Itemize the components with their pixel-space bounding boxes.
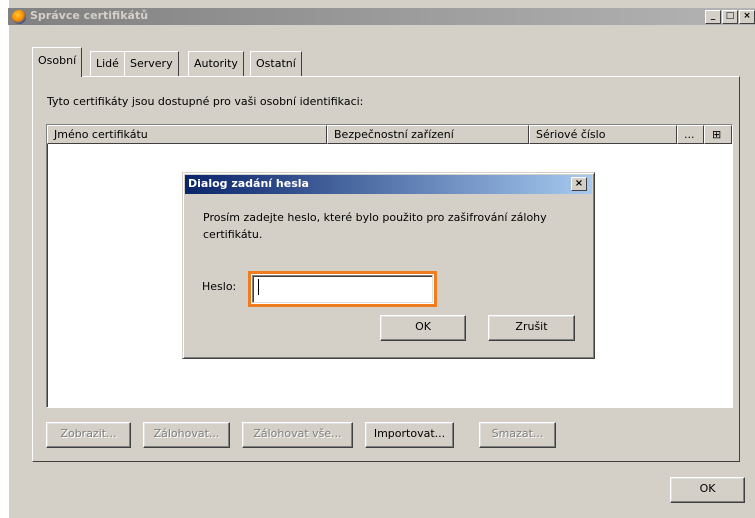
tab-autority[interactable]: Autority [188, 51, 244, 76]
column-picker-icon[interactable]: ⊞ [704, 125, 732, 144]
column-header-name[interactable]: Jméno certifikátu [47, 125, 327, 144]
view-button[interactable]: Zobrazit... [46, 422, 131, 448]
ok-button[interactable]: OK [670, 477, 745, 503]
tab-osobni[interactable]: Osobní [32, 47, 83, 77]
column-header-more[interactable]: ... [677, 125, 704, 144]
description-text: Tyto certifikáty jsou dostupné pro vaši … [47, 95, 364, 108]
dialog-message: Prosím zadejte heslo, které bylo použito… [203, 211, 547, 241]
dialog-close-button[interactable]: × [571, 177, 587, 191]
column-header-serial[interactable]: Sériové číslo [529, 125, 677, 144]
delete-button[interactable]: Smazat... [479, 422, 556, 448]
minimize-button[interactable]: _ [705, 10, 721, 24]
tab-lide[interactable]: Lidé [90, 51, 125, 76]
tab-ostatni[interactable]: Ostatní [250, 51, 302, 76]
text-caret [258, 279, 259, 295]
backup-button[interactable]: Zálohovat... [143, 422, 230, 448]
dialog-cancel-button[interactable]: Zrušit [488, 315, 575, 341]
password-input[interactable] [252, 275, 433, 303]
firefox-icon [12, 10, 26, 24]
maximize-button[interactable]: □ [722, 10, 738, 24]
import-button[interactable]: Importovat... [365, 422, 454, 448]
window-title: Správce certifikátů [30, 9, 149, 22]
dialog-title: Dialog zadání hesla [188, 177, 309, 190]
close-button[interactable]: × [739, 10, 755, 24]
password-label: Heslo: [202, 280, 237, 293]
column-header-device[interactable]: Bezpečnostní zařízení [327, 125, 529, 144]
tab-servery[interactable]: Servery [124, 51, 179, 76]
dialog-ok-button[interactable]: OK [380, 315, 466, 341]
backup-all-button[interactable]: Zálohovat vše... [242, 422, 353, 448]
